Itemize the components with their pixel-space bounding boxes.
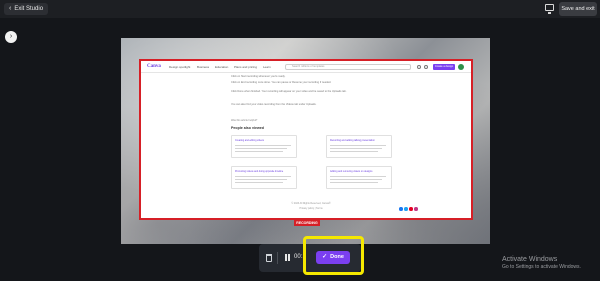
- inner-menu-item: Design spotlight: [169, 65, 191, 69]
- inner-feedback-prompt: Was this article helpful?: [231, 119, 258, 122]
- inner-step-text: Click Done when finished. Your recording…: [231, 90, 347, 93]
- inner-card-line: [330, 151, 378, 152]
- inner-article-card: Recording and adding talking presentatio…: [326, 135, 392, 158]
- inner-card-line: [330, 148, 382, 149]
- inner-section-title: People also viewed: [231, 126, 264, 130]
- trash-icon[interactable]: [266, 254, 272, 262]
- recording-badge: RECORDING: [294, 220, 320, 226]
- inner-card-title: Adding and removing videos on designs: [330, 170, 373, 173]
- exit-studio-label: Exit Studio: [14, 6, 44, 12]
- inner-step-text: You can also find your video recording f…: [231, 103, 317, 106]
- inner-create-design-button: Create a design: [433, 64, 455, 70]
- inner-card-title: Recording and adding talking presentatio…: [330, 139, 375, 142]
- inner-logo: Canva: [147, 64, 161, 69]
- inner-article-card: Adding and removing videos on designs: [326, 166, 392, 189]
- inner-card-line: [330, 145, 386, 146]
- inner-card-line: [330, 179, 382, 180]
- watermark-title: Activate Windows: [502, 256, 558, 263]
- highlight-box: [303, 236, 364, 275]
- inner-footer-links: Privacy policy | Terms: [299, 207, 323, 210]
- inner-bell-icon: [424, 65, 428, 69]
- inner-menu-item: Education: [215, 65, 229, 69]
- inner-step-text: Click on Start recording whenever you're…: [231, 75, 286, 78]
- inner-card-line: [235, 151, 283, 152]
- inner-footer-copyright: © 2023 All Rights Reserved, Canva®: [291, 202, 331, 205]
- facebook-icon: [399, 207, 403, 211]
- activate-windows-watermark: Activate Windows Go to Settings to activ…: [502, 256, 581, 270]
- inner-article-card: Promoting videos and doing opposite time…: [231, 166, 297, 189]
- top-bar: ‹ Exit Studio Save and exit: [0, 0, 600, 18]
- inner-settings-icon: [417, 65, 421, 69]
- inner-menu-item: Business: [197, 65, 210, 69]
- twitter-icon: [404, 207, 408, 211]
- inner-article-card: Creating and editing videos: [231, 135, 297, 158]
- monitor-icon[interactable]: [545, 4, 554, 14]
- inner-card-line: [235, 145, 291, 146]
- save-and-exit-button[interactable]: Save and exit: [559, 2, 597, 16]
- control-divider: [277, 252, 278, 264]
- inner-card-line: [235, 179, 287, 180]
- watermark-subtitle: Go to Settings to activate Windows.: [502, 264, 581, 270]
- inner-card-line: [235, 182, 283, 183]
- inner-card-title: Promoting videos and doing opposite time…: [235, 170, 284, 173]
- pinterest-icon: [409, 207, 413, 211]
- inner-menu-item: Plans and pricing: [234, 65, 258, 69]
- exit-studio-button[interactable]: ‹ Exit Studio: [4, 3, 49, 15]
- pause-icon[interactable]: [285, 254, 290, 261]
- inner-menu-item: Learn: [263, 65, 271, 69]
- inner-avatar: [458, 64, 464, 70]
- inner-nav-bar: Canva Design spotlight Business Educatio…: [141, 61, 471, 73]
- inner-step-text: Click on End recording once done. You ca…: [231, 81, 332, 84]
- side-panel-toggle[interactable]: ›: [5, 31, 17, 43]
- chevron-right-icon: ›: [9, 33, 13, 40]
- inner-search-input: Search millions of templates: [285, 64, 411, 70]
- inner-card-line: [330, 176, 386, 177]
- inner-card-line: [235, 148, 287, 149]
- inner-card-title: Creating and editing videos: [235, 139, 264, 142]
- instagram-icon: [414, 207, 418, 211]
- screen-capture-frame: Canva Design spotlight Business Educatio…: [139, 59, 473, 220]
- chevron-left-icon: ‹: [9, 5, 12, 12]
- inner-card-line: [330, 182, 378, 183]
- inner-card-line: [235, 176, 291, 177]
- recording-stage: Canva Design spotlight Business Educatio…: [121, 38, 490, 244]
